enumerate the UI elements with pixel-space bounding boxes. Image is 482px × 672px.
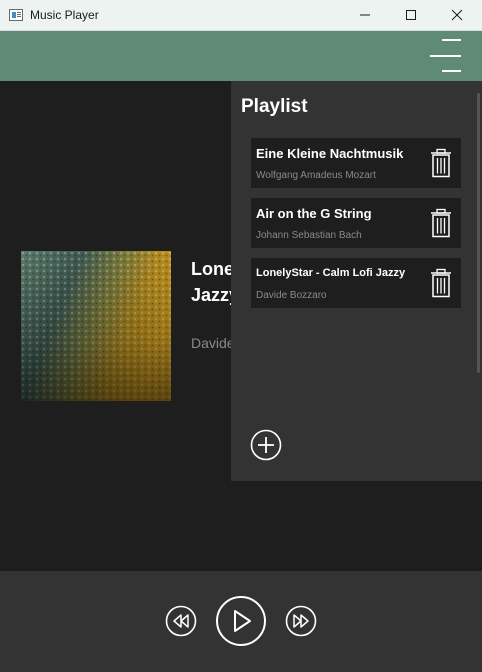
app-header (0, 31, 482, 81)
playlist-item-artist: Wolfgang Amadeus Mozart (256, 170, 376, 181)
playlist-heading: Playlist (241, 96, 308, 117)
close-icon (451, 9, 463, 21)
maximize-button[interactable] (388, 0, 434, 30)
playlist-item[interactable]: Air on the G String Johann Sebastian Bac… (251, 198, 461, 248)
menu-button[interactable] (426, 38, 464, 74)
playback-controls (0, 571, 482, 672)
delete-track-button[interactable] (430, 148, 452, 178)
window-title: Music Player (30, 8, 99, 22)
playlist-panel: Playlist Eine Kleine Nachtmusik Wolfgang… (231, 81, 482, 481)
fast-forward-icon (285, 605, 317, 637)
playlist-item[interactable]: Eine Kleine Nachtmusik Wolfgang Amadeus … (251, 138, 461, 188)
app-window-icon (9, 9, 23, 21)
playlist-scrollbar[interactable] (477, 93, 480, 373)
playlist-item-title: Eine Kleine Nachtmusik (256, 146, 404, 161)
trash-icon (431, 208, 451, 238)
add-track-button[interactable] (250, 429, 282, 461)
trash-icon (431, 148, 451, 178)
rewind-button[interactable] (165, 605, 197, 637)
play-button[interactable] (215, 595, 267, 647)
trash-icon (431, 268, 451, 298)
delete-track-button[interactable] (430, 268, 452, 298)
maximize-icon (406, 10, 416, 20)
minimize-button[interactable] (342, 0, 388, 30)
playlist-item-artist: Johann Sebastian Bach (256, 230, 362, 241)
minimize-icon (360, 14, 370, 16)
album-art (21, 251, 171, 401)
delete-track-button[interactable] (430, 208, 452, 238)
plus-circle-icon (250, 429, 282, 461)
wet-surface-raindrops-image (21, 251, 171, 401)
playlist-item-title: LonelyStar - Calm Lofi Jazzy (256, 267, 406, 279)
playlist-item-title: Air on the G String (256, 206, 372, 221)
hamburger-menu-icon (430, 39, 461, 72)
fast-forward-button[interactable] (285, 605, 317, 637)
play-icon (216, 596, 266, 646)
window-titlebar[interactable]: Music Player (0, 0, 482, 31)
rewind-icon (165, 605, 197, 637)
playlist-item-artist: Davide Bozzaro (256, 290, 327, 301)
close-button[interactable] (434, 0, 480, 30)
playlist-item[interactable]: LonelyStar - Calm Lofi Jazzy Davide Bozz… (251, 258, 461, 308)
